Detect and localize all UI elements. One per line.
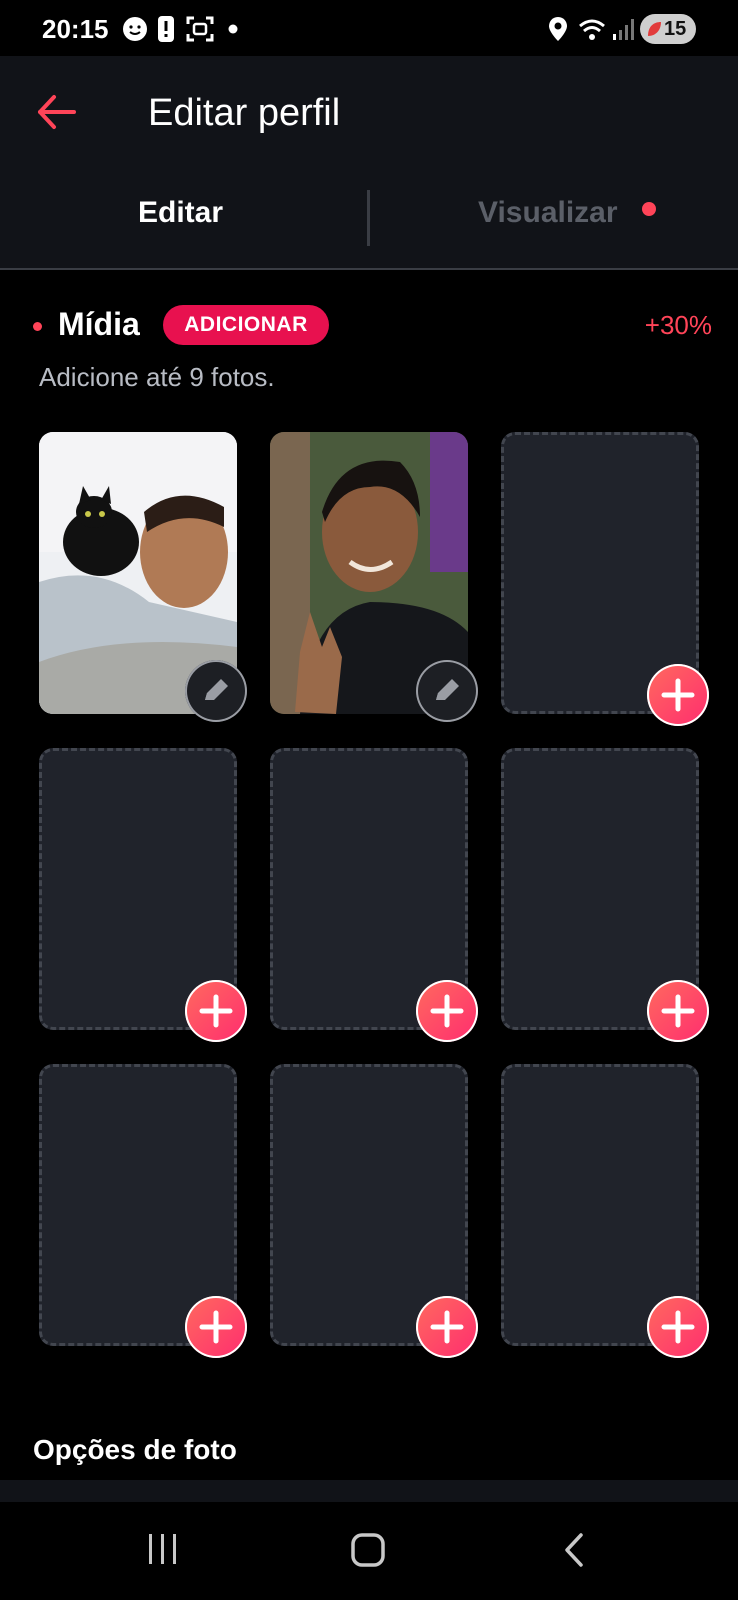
plus-icon (661, 994, 695, 1028)
photo-options-title: Opções de foto (33, 1434, 237, 1465)
section-dot (33, 322, 42, 331)
plus-icon (199, 1310, 233, 1344)
system-nav-bar (0, 1502, 738, 1600)
add-photo-button-8[interactable] (416, 1296, 478, 1358)
add-photo-button-5[interactable] (416, 980, 478, 1042)
battery-icon: 15 (640, 14, 696, 44)
plus-icon (661, 1310, 695, 1344)
tab-divider (367, 190, 370, 246)
edit-photo-button-1[interactable] (185, 660, 247, 722)
media-section-title: Mídia (58, 306, 140, 342)
home-icon[interactable] (350, 1532, 386, 1568)
add-media-badge[interactable]: ADICIONAR (163, 305, 329, 345)
add-photo-button-7[interactable] (185, 1296, 247, 1358)
face-notification-icon (123, 17, 147, 41)
alert-icon (158, 16, 174, 42)
plus-icon (199, 994, 233, 1028)
tab-editar[interactable]: Editar (138, 196, 223, 230)
tab-visualizar[interactable]: Visualizar (478, 196, 618, 230)
location-icon (549, 17, 567, 41)
add-photo-button-3[interactable] (647, 664, 709, 726)
back-button[interactable] (32, 90, 80, 134)
plus-icon (430, 1310, 464, 1344)
pencil-icon (436, 679, 459, 700)
recent-apps-icon[interactable] (146, 1532, 180, 1566)
add-photo-button-9[interactable] (647, 1296, 709, 1358)
back-icon[interactable] (562, 1532, 586, 1568)
pencil-icon (205, 679, 228, 700)
wifi-icon (579, 19, 605, 40)
add-photo-button-6[interactable] (647, 980, 709, 1042)
notification-dot (642, 202, 656, 216)
status-bar: 20:15 15 (0, 0, 738, 56)
signal-icon (613, 19, 634, 40)
status-time: 20:15 (42, 14, 109, 44)
header-divider (0, 268, 738, 270)
edit-photo-button-2[interactable] (416, 660, 478, 722)
battery-level: 15 (664, 18, 687, 40)
screenshot-icon (186, 16, 214, 42)
page-title: Editar perfil (148, 92, 341, 134)
photo-options-card[interactable] (0, 1480, 738, 1502)
arrow-left-icon (38, 95, 76, 129)
plus-icon (661, 678, 695, 712)
add-photo-button-4[interactable] (185, 980, 247, 1042)
profile-score: +30% (644, 310, 712, 340)
plus-icon (430, 994, 464, 1028)
dot-icon (228, 24, 238, 34)
media-hint: Adicione até 9 fotos. (39, 362, 275, 392)
